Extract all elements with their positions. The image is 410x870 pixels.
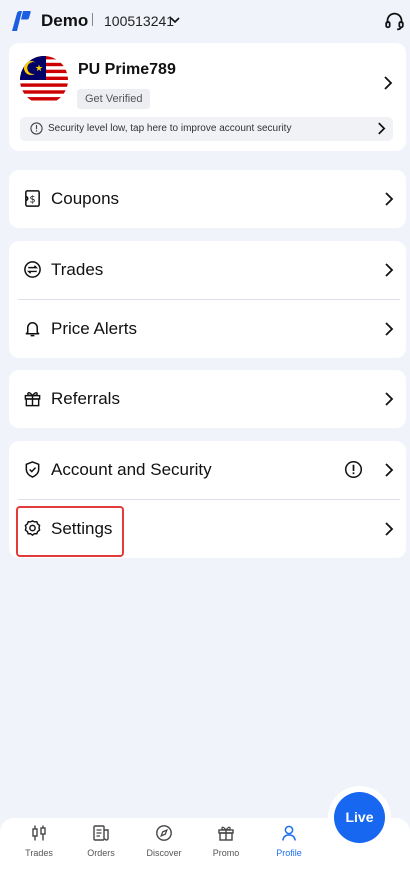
menu-item-label: Coupons bbox=[51, 189, 120, 208]
security-notice-banner[interactable]: Security level low, tap here to improve … bbox=[20, 117, 393, 141]
account-number[interactable]: 100513241 bbox=[104, 13, 174, 29]
chevron-down-icon[interactable] bbox=[169, 14, 181, 26]
orders-icon bbox=[93, 825, 109, 841]
settings-highlight-box bbox=[16, 506, 124, 557]
nav-label: Promo bbox=[212, 848, 240, 858]
chevron-right-icon bbox=[385, 263, 394, 277]
coupons-card: $ Coupons bbox=[9, 170, 406, 228]
svg-text:$: $ bbox=[29, 194, 35, 205]
live-button[interactable]: Live bbox=[334, 792, 385, 843]
nav-tab-orders[interactable]: Orders bbox=[73, 824, 129, 868]
headset-icon[interactable] bbox=[384, 11, 405, 32]
nav-tab-promo[interactable]: Promo bbox=[198, 824, 254, 868]
account-type-label[interactable]: Demo bbox=[41, 11, 88, 31]
nav-label: Trades bbox=[25, 848, 53, 858]
nav-label: Profile bbox=[276, 848, 302, 858]
trading-card: Trades Price Alerts bbox=[9, 241, 406, 358]
avatar bbox=[20, 56, 68, 104]
chevron-right-icon bbox=[385, 392, 394, 406]
chevron-right-icon bbox=[385, 463, 394, 477]
get-verified-button[interactable]: Get Verified bbox=[77, 89, 151, 109]
security-notice-text: Security level low, tap here to improve … bbox=[48, 123, 292, 134]
nav-tab-discover[interactable]: Discover bbox=[136, 824, 192, 868]
compass-icon bbox=[156, 825, 172, 841]
chevron-right-icon bbox=[385, 322, 394, 336]
exclamation-alert-icon bbox=[344, 460, 363, 479]
chevron-right-icon[interactable] bbox=[383, 76, 393, 90]
header-divider bbox=[92, 13, 93, 26]
chevron-right-icon bbox=[378, 122, 386, 135]
referrals-card: Referrals bbox=[9, 370, 406, 428]
profile-card[interactable]: PU Prime789 Get Verified Security level … bbox=[9, 43, 406, 151]
menu-item-label: Referrals bbox=[51, 389, 120, 408]
menu-item-price-alerts[interactable]: Price Alerts bbox=[9, 300, 406, 358]
swap-icon bbox=[24, 261, 41, 278]
gift-icon bbox=[218, 826, 234, 841]
nav-label: Discover bbox=[146, 848, 182, 858]
info-warning-icon bbox=[30, 122, 43, 135]
person-icon bbox=[282, 825, 296, 841]
candlestick-icon bbox=[32, 825, 46, 841]
bell-icon bbox=[25, 322, 40, 337]
menu-item-label: Price Alerts bbox=[51, 319, 137, 338]
chevron-right-icon bbox=[385, 522, 394, 536]
pu-prime-logo bbox=[12, 11, 31, 31]
malaysia-flag-icon bbox=[20, 56, 68, 104]
top-bar: Demo 100513241 bbox=[0, 0, 410, 44]
menu-item-trades[interactable]: Trades bbox=[9, 241, 406, 299]
gift-icon bbox=[24, 392, 41, 407]
coupon-icon: $ bbox=[25, 190, 40, 207]
menu-item-referrals[interactable]: Referrals bbox=[9, 370, 406, 428]
nav-tab-trades[interactable]: Trades bbox=[11, 824, 67, 868]
nav-tab-profile[interactable]: Profile bbox=[261, 824, 317, 868]
username: PU Prime789 bbox=[78, 61, 176, 78]
menu-item-coupons[interactable]: $ Coupons bbox=[9, 170, 406, 228]
menu-item-label: Trades bbox=[51, 260, 104, 279]
shield-check-icon bbox=[25, 461, 40, 478]
nav-label: Orders bbox=[87, 848, 115, 858]
chevron-right-icon bbox=[385, 192, 394, 206]
menu-item-account-security[interactable]: Account and Security bbox=[9, 441, 406, 499]
menu-item-label: Account and Security bbox=[51, 460, 212, 479]
